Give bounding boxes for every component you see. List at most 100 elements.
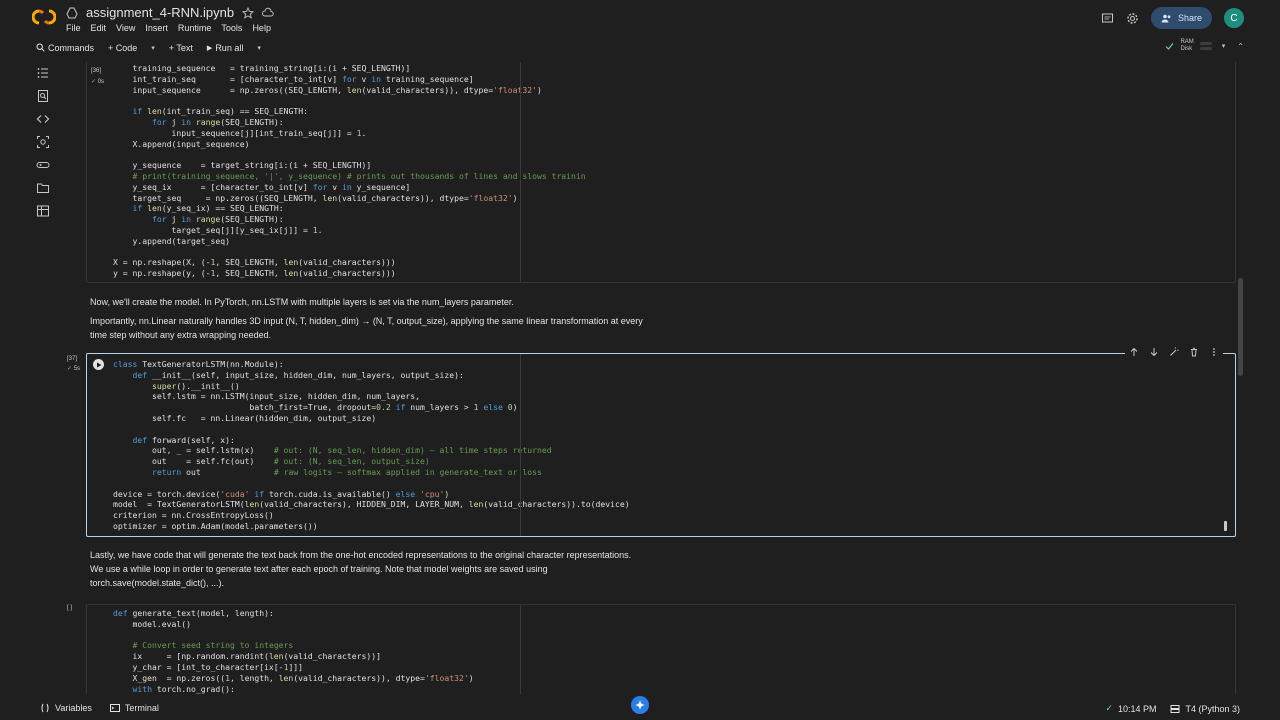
- notebook-canvas[interactable]: [36] ✓ 0s training_sequence = training_s…: [62, 62, 1250, 694]
- star-icon[interactable]: [242, 6, 255, 19]
- code-line[interactable]: optimizer = optim.Adam(model.parameters(…: [113, 521, 1235, 532]
- share-button[interactable]: Share: [1150, 7, 1212, 29]
- code-line[interactable]: target_seq = np.zeros((SEQ_LENGTH, len(v…: [113, 193, 1235, 204]
- terminal-button[interactable]: Terminal: [109, 703, 159, 713]
- add-text-button[interactable]: + Text: [165, 43, 197, 53]
- code-line[interactable]: model = TextGeneratorLSTM(len(valid_char…: [113, 499, 1235, 510]
- code-editor[interactable]: training_sequence = training_string[i:(i…: [87, 62, 1235, 279]
- text-cell-model-intro[interactable]: Now, we'll create the model. In PyTorch,…: [90, 295, 643, 347]
- menu-help[interactable]: Help: [252, 23, 271, 33]
- code-line[interactable]: batch_first=True, dropout=0.2 if num_lay…: [113, 402, 1235, 413]
- code-cell-generate-text[interactable]: [ ] def generate_text(model, length): mo…: [67, 604, 1236, 694]
- more-vert-icon[interactable]: [1209, 347, 1219, 357]
- run-all-dropdown-chevron-icon[interactable]: ▾: [253, 44, 265, 52]
- code-line[interactable]: y_sequence = target_string[i:(i + SEQ_LE…: [113, 160, 1235, 171]
- runtime-chevron-down-icon[interactable]: ▾: [1222, 42, 1226, 50]
- run-all-label: Run all: [215, 42, 244, 53]
- code-line[interactable]: self.lstm = nn.LSTM(input_size, hidden_d…: [113, 391, 1235, 402]
- move-up-arrow-icon[interactable]: [1129, 347, 1139, 357]
- notebook-title[interactable]: assignment_4-RNN.ipynb: [86, 5, 234, 20]
- code-line[interactable]: def generate_text(model, length):: [113, 608, 1235, 619]
- code-line[interactable]: # Convert seed string to integers: [113, 640, 1235, 651]
- menu-insert[interactable]: Insert: [145, 23, 168, 33]
- code-line[interactable]: [113, 478, 1235, 489]
- code-line[interactable]: ix = [np.random.randint(len(valid_charac…: [113, 651, 1235, 662]
- code-line[interactable]: [113, 149, 1235, 160]
- code-line[interactable]: target_seq[j][y_seq_ix[j]] = 1.: [113, 225, 1235, 236]
- commands-label: Commands: [48, 42, 95, 53]
- code-line[interactable]: criterion = nn.CrossEntropyLoss(): [113, 510, 1235, 521]
- code-line[interactable]: for j in range(SEQ_LENGTH):: [113, 117, 1235, 128]
- move-down-arrow-icon[interactable]: [1149, 347, 1159, 357]
- code-line[interactable]: input_sequence[j][int_train_seq[j]] = 1.: [113, 128, 1235, 139]
- resource-monitor[interactable]: RAM Disk ▾ ⌃: [1165, 39, 1244, 53]
- key-icon[interactable]: [36, 158, 50, 172]
- code-line[interactable]: y_seq_ix = [character_to_int[v] for v in…: [113, 182, 1235, 193]
- code-dropdown-chevron-icon[interactable]: ▾: [147, 44, 159, 52]
- gear-icon[interactable]: [1126, 12, 1139, 25]
- code-line[interactable]: X = np.reshape(X, (-1, SEQ_LENGTH, len(v…: [113, 257, 1235, 268]
- code-editor[interactable]: class TextGeneratorLSTM(nn.Module): def …: [87, 354, 1235, 532]
- code-editor[interactable]: def generate_text(model, length): model.…: [87, 605, 1235, 694]
- delete-trash-icon[interactable]: [1189, 347, 1199, 357]
- edit-magic-icon[interactable]: [1169, 347, 1179, 357]
- collapse-chevron-up-icon[interactable]: ⌃: [1237, 42, 1244, 51]
- editor-scrollbar[interactable]: [1224, 521, 1227, 531]
- notebook-scrollbar[interactable]: [1238, 278, 1243, 376]
- code-cell-36[interactable]: [36] ✓ 0s training_sequence = training_s…: [86, 62, 1236, 283]
- folder-icon[interactable]: [36, 181, 50, 195]
- gemini-sparkle-icon: [635, 700, 645, 710]
- code-line[interactable]: super().__init__(): [113, 381, 1235, 392]
- code-line[interactable]: y.append(target_seq): [113, 236, 1235, 247]
- commands-button[interactable]: Commands: [32, 43, 98, 53]
- code-line[interactable]: for j in range(SEQ_LENGTH):: [113, 214, 1235, 225]
- menu-edit[interactable]: Edit: [91, 23, 107, 33]
- code-line[interactable]: [113, 95, 1235, 106]
- variables-button[interactable]: Variables: [40, 703, 92, 713]
- run-cell-button[interactable]: [93, 359, 104, 370]
- code-line[interactable]: [113, 424, 1235, 435]
- gemini-button[interactable]: [631, 696, 649, 714]
- code-line[interactable]: y = np.reshape(y, (-1, SEQ_LENGTH, len(v…: [113, 268, 1235, 279]
- avatar[interactable]: C: [1224, 8, 1244, 28]
- code-line[interactable]: if len(int_train_seq) == SEQ_LENGTH:: [113, 106, 1235, 117]
- code-snippets-icon[interactable]: [36, 112, 50, 126]
- comments-icon[interactable]: [1101, 12, 1114, 25]
- menu-runtime[interactable]: Runtime: [178, 23, 212, 33]
- code-line[interactable]: X.append(input_sequence): [113, 139, 1235, 150]
- code-line[interactable]: [113, 247, 1235, 258]
- runtime-info[interactable]: T4 (Python 3): [1170, 704, 1240, 714]
- find-replace-icon[interactable]: [36, 89, 50, 103]
- code-line[interactable]: out = self.fc(out) # out: (N, seq_len, o…: [113, 456, 1235, 467]
- text-cell-generate-intro[interactable]: Lastly, we have code that will generate …: [90, 548, 631, 590]
- code-line[interactable]: return out # raw logits — softmax applie…: [113, 467, 1235, 478]
- run-all-button[interactable]: ▶ Run all: [203, 43, 247, 53]
- cloud-saved-icon[interactable]: [262, 7, 274, 19]
- code-line[interactable]: self.fc = nn.Linear(hidden_dim, output_s…: [113, 413, 1235, 424]
- code-line[interactable]: input_sequence = np.zeros((SEQ_LENGTH, l…: [113, 85, 1235, 96]
- code-line[interactable]: int_train_seq = [character_to_int[v] for…: [113, 74, 1235, 85]
- menu-tools[interactable]: Tools: [221, 23, 242, 33]
- code-line[interactable]: device = torch.device('cuda' if torch.cu…: [113, 489, 1235, 500]
- code-cell-37[interactable]: [37] ✓ 5s class TextGeneratorLSTM(nn.Mod…: [67, 347, 1236, 537]
- code-line[interactable]: def forward(self, x):: [113, 435, 1235, 446]
- execution-status[interactable]: ✓ 10:14 PM: [1105, 703, 1156, 714]
- code-line[interactable]: y_char = [int_to_character[ix[-1]]]: [113, 662, 1235, 673]
- secrets-icon[interactable]: [36, 135, 50, 149]
- menu-file[interactable]: File: [66, 23, 81, 33]
- code-line[interactable]: model.eval(): [113, 619, 1235, 630]
- data-table-icon[interactable]: [36, 204, 50, 218]
- add-code-button[interactable]: + Code: [104, 43, 141, 53]
- code-line[interactable]: # print(training_sequence, '|', y_sequen…: [113, 171, 1235, 182]
- code-line[interactable]: if len(y_seq_ix) == SEQ_LENGTH:: [113, 203, 1235, 214]
- code-line[interactable]: def __init__(self, input_size, hidden_di…: [113, 370, 1235, 381]
- code-line[interactable]: [113, 630, 1235, 641]
- code-line[interactable]: training_sequence = training_string[i:(i…: [113, 63, 1235, 74]
- menu-view[interactable]: View: [116, 23, 135, 33]
- code-line[interactable]: with torch.no_grad():: [113, 684, 1235, 694]
- table-of-contents-icon[interactable]: [36, 66, 50, 80]
- code-line[interactable]: out, _ = self.lstm(x) # out: (N, seq_len…: [113, 445, 1235, 456]
- code-line[interactable]: class TextGeneratorLSTM(nn.Module):: [113, 359, 1235, 370]
- colab-logo-icon[interactable]: [32, 9, 56, 25]
- code-line[interactable]: X_gen = np.zeros((1, length, len(valid_c…: [113, 673, 1235, 684]
